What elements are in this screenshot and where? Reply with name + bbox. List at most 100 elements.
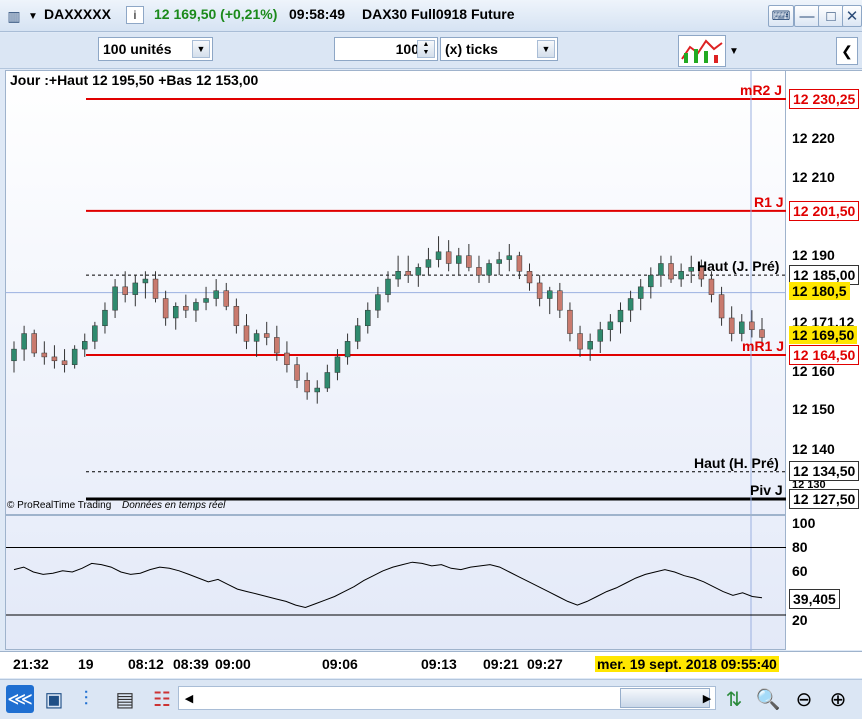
candle-body: [102, 309, 108, 327]
close-button[interactable]: ✕: [842, 5, 862, 27]
drawing-icon[interactable]: ▤: [112, 685, 138, 713]
candle-body: [405, 271, 411, 276]
candle-body: [496, 259, 502, 264]
candle-body: [112, 286, 118, 311]
candle-body: [476, 267, 482, 276]
level-label-haut-h: Haut (H. Pré): [694, 455, 779, 471]
chevron-down-icon[interactable]: ▼: [537, 40, 555, 58]
candle-body: [678, 271, 684, 280]
minimize-button[interactable]: —: [794, 5, 820, 27]
scrollbar-thumb[interactable]: [620, 688, 710, 708]
chevron-down-icon[interactable]: ▼: [728, 41, 740, 61]
indicator-icon[interactable]: ⫶: [72, 685, 100, 713]
dropdown-icon[interactable]: ▼: [26, 5, 40, 27]
collapse-panel-button[interactable]: ❮: [836, 37, 858, 65]
price-chart-panel[interactable]: [5, 70, 787, 651]
ytick-label: 12 210: [792, 169, 835, 185]
candle-body: [71, 348, 78, 365]
info-icon[interactable]: i: [126, 6, 144, 24]
candle-body: [223, 290, 230, 307]
candle-body: [274, 337, 280, 354]
candle-body: [688, 267, 694, 272]
candle-body: [183, 306, 189, 311]
realtime-text: Données en temps réel: [122, 500, 226, 511]
osc-tick-label: 100: [792, 515, 816, 531]
candle-body: [546, 290, 553, 299]
menu-icon[interactable]: ▥: [4, 5, 24, 27]
zoom-area-icon[interactable]: 🔍: [754, 685, 782, 713]
clock-time: 09:58:49: [289, 6, 346, 22]
scroll-right-icon[interactable]: ▶: [698, 688, 716, 708]
candle-body: [536, 282, 543, 299]
candle-body: [577, 333, 583, 350]
keyboard-button[interactable]: ⌨: [768, 5, 794, 27]
stepper-icon[interactable]: ▲ ▼: [417, 40, 435, 58]
candle-body: [739, 321, 745, 334]
copyright-text: © ProRealTime Trading: [7, 500, 112, 511]
candle-body: [587, 341, 593, 350]
chart-type-button[interactable]: [678, 35, 726, 67]
ticks-stepper[interactable]: 100 ▲ ▼: [334, 37, 438, 61]
osc-tick-label: 60: [792, 563, 808, 579]
ytick-label: 12 140: [792, 441, 835, 457]
price-tag-r1: 12 201,50: [789, 201, 860, 221]
time-label: 08:12: [128, 656, 164, 672]
candle-body: [294, 364, 300, 381]
candle-body: [375, 294, 381, 311]
candle-body: [658, 263, 664, 276]
candle-body: [334, 356, 341, 373]
price-tag-mr2: 12 230,25: [789, 89, 860, 109]
level-label-r1: R1 J: [754, 194, 784, 210]
candle-body: [668, 263, 674, 280]
time-label: 09:27: [527, 656, 563, 672]
candle-body: [243, 325, 250, 342]
candle-body: [11, 348, 17, 362]
candle-body: [627, 298, 634, 311]
ticker-label[interactable]: DAXXXXX: [44, 6, 111, 22]
candle-body: [41, 352, 48, 358]
candle-body: [284, 352, 290, 365]
candle-body: [31, 333, 37, 354]
share-icon[interactable]: ⋘: [6, 685, 34, 713]
candle-body: [82, 341, 88, 350]
scroll-left-icon[interactable]: ◀: [180, 688, 198, 708]
candle-body: [718, 294, 725, 319]
candle-body: [172, 306, 179, 319]
candle-body: [213, 290, 219, 299]
time-label: 08:39: [173, 656, 209, 672]
ytick-label: 12 220: [792, 130, 835, 146]
units-select[interactable]: 100 unités ▼: [98, 37, 213, 61]
layout-icon[interactable]: ▣: [40, 685, 68, 713]
candle-body: [597, 329, 604, 342]
level-label-mr1: mR1 J: [742, 338, 785, 354]
candle-body: [617, 309, 624, 323]
ticks-unit-select[interactable]: (x) ticks ▼: [440, 37, 558, 61]
order-toolbar: 100 unités ▼ 100 ▲ ▼ (x) ticks ▼ ▼ ❮: [0, 33, 862, 69]
chart-canvas[interactable]: [6, 71, 787, 651]
candle-body: [445, 251, 452, 264]
price-tag-piv: 12 127,50: [789, 489, 860, 509]
candle-body: [759, 329, 765, 338]
candle-body: [21, 333, 27, 350]
chart-type-icon: [681, 39, 723, 63]
zoom-out-icon[interactable]: ⊖: [790, 685, 818, 713]
maximize-button[interactable]: □: [818, 5, 844, 27]
auto-scale-icon[interactable]: ⇅: [720, 685, 748, 713]
candle-body: [435, 251, 442, 260]
osc-value-tag: 39,405: [789, 589, 840, 609]
candle-body: [314, 387, 320, 393]
zoom-in-icon[interactable]: ⊕: [824, 685, 852, 713]
candle-body: [728, 317, 735, 334]
candle-body: [526, 271, 533, 284]
candle-body: [395, 271, 401, 280]
list-icon[interactable]: ☷: [148, 685, 176, 713]
candle-body: [365, 309, 371, 327]
time-label: 09:21: [483, 656, 519, 672]
candle-body: [506, 255, 513, 260]
ytick-label: 12 190: [792, 247, 835, 263]
candle-body: [61, 360, 68, 365]
candle-body: [92, 325, 98, 342]
ticks-value: 100: [395, 41, 419, 57]
chevron-down-icon[interactable]: ▼: [192, 40, 210, 58]
candle-body: [607, 321, 614, 330]
